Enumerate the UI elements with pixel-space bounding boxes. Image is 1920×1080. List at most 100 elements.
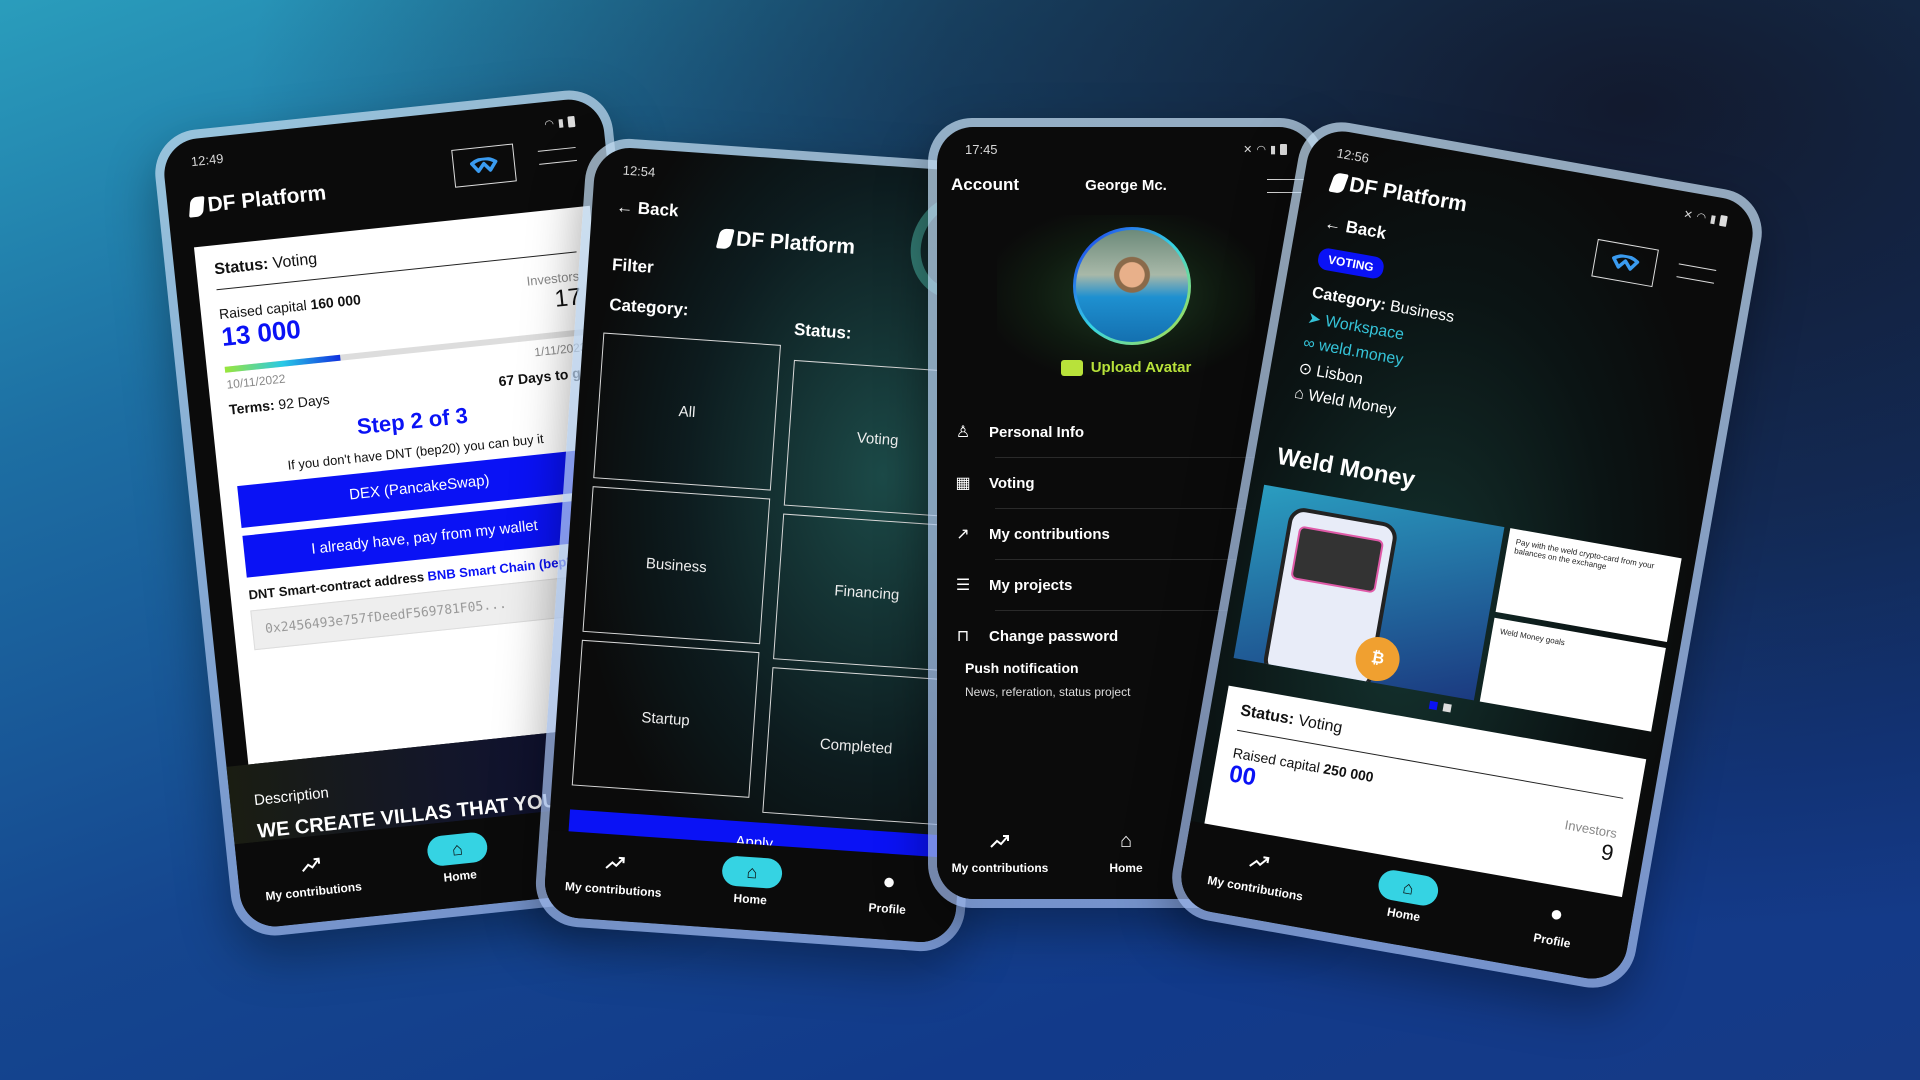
push-subtitle: News, referation, status project [965, 685, 1131, 699]
menu-item-label: My contributions [989, 525, 1110, 543]
location-pin-icon: ⊙ [1297, 359, 1314, 379]
nav-label: My contributions [564, 879, 662, 900]
status-icons: ✕ ◠ ▮ [1243, 143, 1287, 156]
app-logo[interactable]: DF Platform [189, 181, 328, 219]
nav-label: Profile [868, 900, 907, 917]
status-time: 17:45 [965, 141, 998, 157]
location-label: Lisbon [1314, 362, 1365, 388]
category-option-startup[interactable]: Startup [571, 639, 760, 798]
nav-home[interactable]: ⌂ Home [1329, 861, 1484, 934]
status-icons: ◠ ▮ [543, 114, 576, 131]
battery-icon [567, 115, 576, 128]
terms-label: Terms: [228, 396, 276, 418]
df-logo-icon [1328, 172, 1350, 194]
nav-home[interactable]: ⌂ Home [383, 828, 533, 891]
nav-label: Home [733, 890, 768, 908]
terms-value: 92 Days [277, 391, 331, 413]
avatar[interactable] [1073, 227, 1191, 345]
menu-hamburger-icon[interactable] [537, 146, 578, 165]
nav-my-contributions[interactable]: My contributions [545, 844, 684, 901]
status-value: Voting [271, 250, 318, 273]
nav-profile[interactable]: ● Profile [1477, 887, 1632, 960]
app-title: DF Platform [206, 181, 328, 217]
document-list-icon: ☰ [955, 577, 971, 594]
avatar-photo [1076, 230, 1188, 342]
wallet-connect-icon [470, 156, 498, 173]
back-button[interactable]: ← Back [615, 197, 680, 221]
nav-my-contributions[interactable]: My contributions [938, 827, 1063, 875]
arrow-left-icon: ← [615, 197, 634, 218]
home-icon: ⌂ [746, 861, 759, 883]
status-icons: ✕ ◠ ▮ [1683, 207, 1728, 227]
app-logo[interactable]: DF Platform [715, 226, 856, 259]
menu-item-label: Personal Info [989, 423, 1085, 441]
push-title: Push notification [965, 660, 1079, 676]
home-icon: ⌂ [450, 838, 464, 860]
status-bar: 12:49 ◠ ▮ [190, 113, 576, 169]
wallet-connect-button[interactable] [1591, 238, 1659, 288]
project-title: Weld Money [1274, 442, 1418, 494]
status-badge: VOTING [1316, 246, 1386, 280]
filter-title: Filter [611, 254, 655, 277]
nav-label: My contributions [264, 879, 363, 904]
gallery-dot[interactable] [1428, 700, 1438, 711]
wallet-connect-icon [1612, 254, 1640, 271]
nav-my-contributions[interactable]: My contributions [237, 843, 387, 906]
category-option-business[interactable]: Business [582, 486, 771, 645]
status-label: Status: [793, 319, 853, 343]
signal-icon: ▮ [1709, 212, 1718, 226]
home-icon: ⌂ [1119, 829, 1133, 852]
status-time: 12:54 [622, 161, 656, 180]
status-option-completed[interactable]: Completed [762, 667, 951, 826]
arrow-left-icon: ← [1322, 213, 1343, 236]
wifi-icon: ◠ [1256, 143, 1266, 156]
status-label: Status: [213, 255, 270, 279]
df-logo-icon [715, 228, 735, 250]
wallet-connect-button[interactable] [451, 143, 517, 188]
signal-icon: ▮ [1269, 143, 1276, 156]
nav-home[interactable]: ⌂ Home [1064, 827, 1189, 876]
nav-label: My contributions [1206, 873, 1305, 904]
user-name: George Mc. [1085, 177, 1167, 194]
profile-icon: ● [881, 868, 897, 895]
card-mockup [1290, 525, 1385, 594]
nav-label: Profile [1532, 930, 1572, 951]
nav-label: My contributions [951, 861, 1049, 875]
status-time: 12:56 [1335, 144, 1371, 166]
project-info: Category: Business ➤ Workspace ∞ weld.mo… [1292, 280, 1456, 431]
building-icon: ⌂ [1292, 385, 1306, 404]
gallery-image-card-app: ₿ [1233, 484, 1505, 701]
battery-icon [1280, 143, 1287, 155]
contract-address: 0x2456493e757fDeedF569781F05... [264, 596, 508, 637]
nav-label: Home [442, 867, 478, 885]
status-label: Status: [1239, 702, 1296, 729]
user-icon: ♙ [955, 424, 971, 441]
back-label: Back [1344, 217, 1388, 243]
trend-up-icon [301, 857, 320, 873]
upload-avatar-button[interactable]: Upload Avatar [937, 359, 1315, 376]
telegram-icon: ➤ [1306, 309, 1323, 329]
start-date: 10/11/2022 [225, 371, 287, 392]
menu-item-label: Voting [989, 474, 1035, 492]
wifi-icon: ◠ [543, 117, 555, 131]
trend-up-icon [1249, 856, 1270, 867]
df-logo-icon [189, 196, 205, 218]
image-gallery[interactable]: ₿ Pay with the weld crypto-card from you… [1233, 484, 1682, 732]
trend-up-icon: ↗ [956, 526, 970, 543]
mute-icon: ✕ [1243, 143, 1253, 156]
status-value: Voting [1296, 712, 1344, 737]
wifi-icon: ◠ [1695, 210, 1708, 224]
category-option-all[interactable]: All [593, 332, 781, 491]
signal-icon: ▮ [557, 116, 565, 130]
nav-my-contributions[interactable]: My contributions [1181, 835, 1336, 908]
back-label: Back [637, 198, 680, 221]
profile-icon: ● [1548, 900, 1566, 927]
back-button[interactable]: ← Back [1323, 213, 1388, 244]
menu-hamburger-icon[interactable] [1676, 263, 1717, 284]
status-bar: 12:54 ◠ ▮ [622, 161, 979, 202]
nav-label: Home [1109, 861, 1143, 875]
camera-icon [1060, 359, 1083, 376]
nav-home[interactable]: ⌂ Home [682, 853, 821, 910]
battery-icon [1719, 214, 1728, 227]
gallery-dot[interactable] [1442, 703, 1452, 713]
